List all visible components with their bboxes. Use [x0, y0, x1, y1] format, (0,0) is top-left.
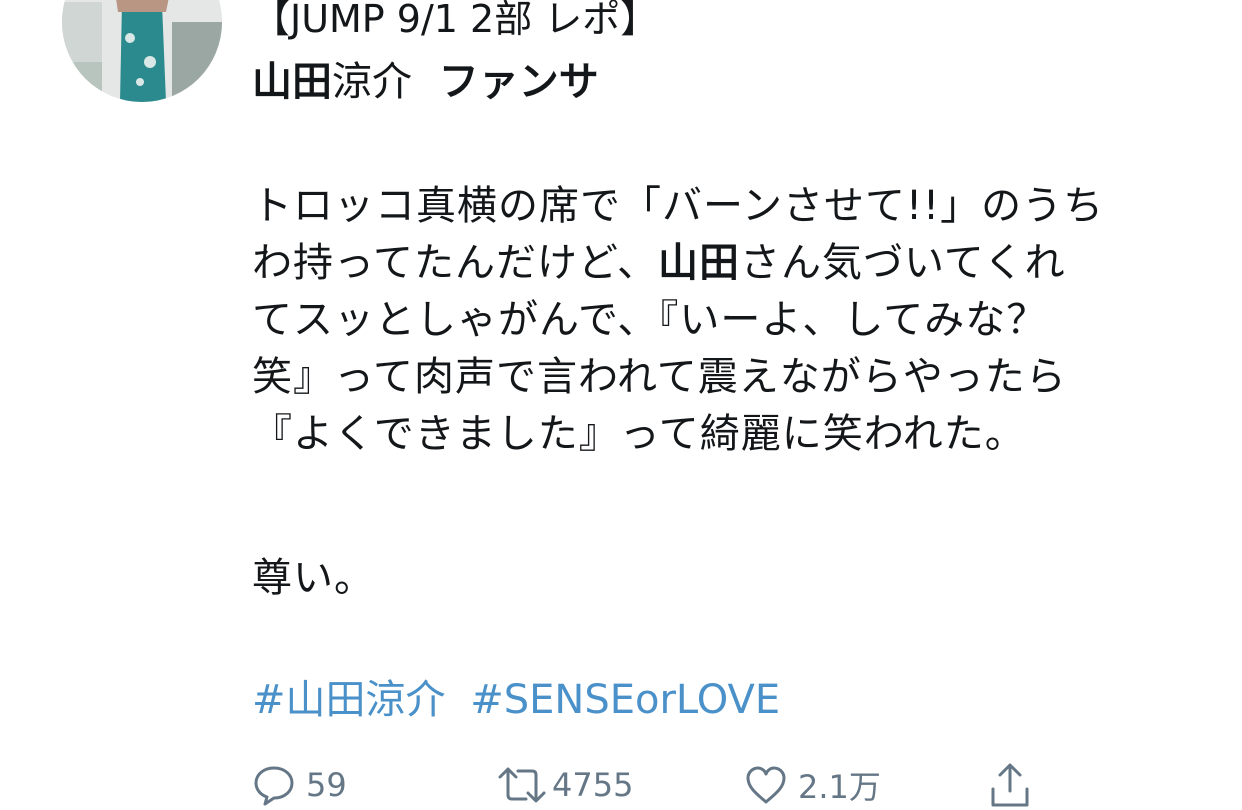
body-line: 『よくできました』って綺麗に笑われた。	[252, 406, 1104, 463]
body-line: わ持ってたんだけど、山田さん気づいてくれ	[252, 235, 1104, 292]
body-text: てスッとしゃがんで、『いーよ、してみな？	[252, 297, 1048, 343]
title-name-bold: 山田	[252, 59, 332, 105]
action-bar: 59 4755 2.1万	[252, 760, 1152, 810]
reply-count: 59	[306, 766, 347, 804]
body-text: わ持ってたんだけど、	[252, 240, 658, 286]
tweet-body: トロッコ真横の席で「バーンさせて!!」のうち わ持ってたんだけど、山田さん気づい…	[252, 178, 1104, 463]
retweet-icon	[498, 767, 546, 803]
tweet-title-line2: 山田涼介 ファンサ	[252, 56, 599, 108]
tweet-closing: 尊い。	[252, 550, 375, 607]
reply-icon	[254, 766, 294, 806]
body-line: トロッコ真横の席で「バーンさせて!!」のうち	[252, 178, 1104, 235]
body-text: 笑』って肉声で言われて震えながらやったら	[252, 354, 1067, 400]
like-button[interactable]: 2.1万	[744, 760, 881, 810]
title-name-regular: 涼介	[332, 59, 412, 105]
share-icon	[991, 763, 1029, 807]
hashtag-link[interactable]: #SENSEorLOVE	[470, 677, 780, 723]
hashtag-link[interactable]: #山田涼介	[252, 677, 446, 723]
tweet-title-line1: 【JUMP 9/1 2部 レポ】	[252, 0, 658, 44]
like-count: 2.1万	[798, 768, 881, 806]
body-line: てスッとしゃがんで、『いーよ、してみな？	[252, 292, 1104, 349]
share-button[interactable]	[988, 760, 1032, 810]
title-fansa: ファンサ	[438, 59, 599, 105]
body-text: トロッコ真横の席で「バーンさせて!!」のうち	[252, 183, 1105, 229]
body-line: 笑』って肉声で言われて震えながらやったら	[252, 349, 1104, 406]
reply-button[interactable]: 59	[252, 760, 347, 810]
hashtag-row: #山田涼介 #SENSEorLOVE	[252, 674, 780, 726]
retweet-count: 4755	[552, 766, 634, 804]
avatar-photo	[62, 0, 222, 102]
body-text-bold: 山田	[658, 240, 740, 286]
heart-icon	[746, 766, 786, 804]
avatar[interactable]	[62, 0, 222, 102]
body-text: 『よくできました』って綺麗に笑われた。	[252, 411, 1026, 457]
retweet-button[interactable]: 4755	[496, 760, 633, 810]
closing-text: 尊い。	[252, 555, 375, 601]
title-text: 【JUMP 9/1 2部 レポ】	[252, 0, 659, 41]
body-text: さん気づいてくれ	[740, 240, 1066, 286]
